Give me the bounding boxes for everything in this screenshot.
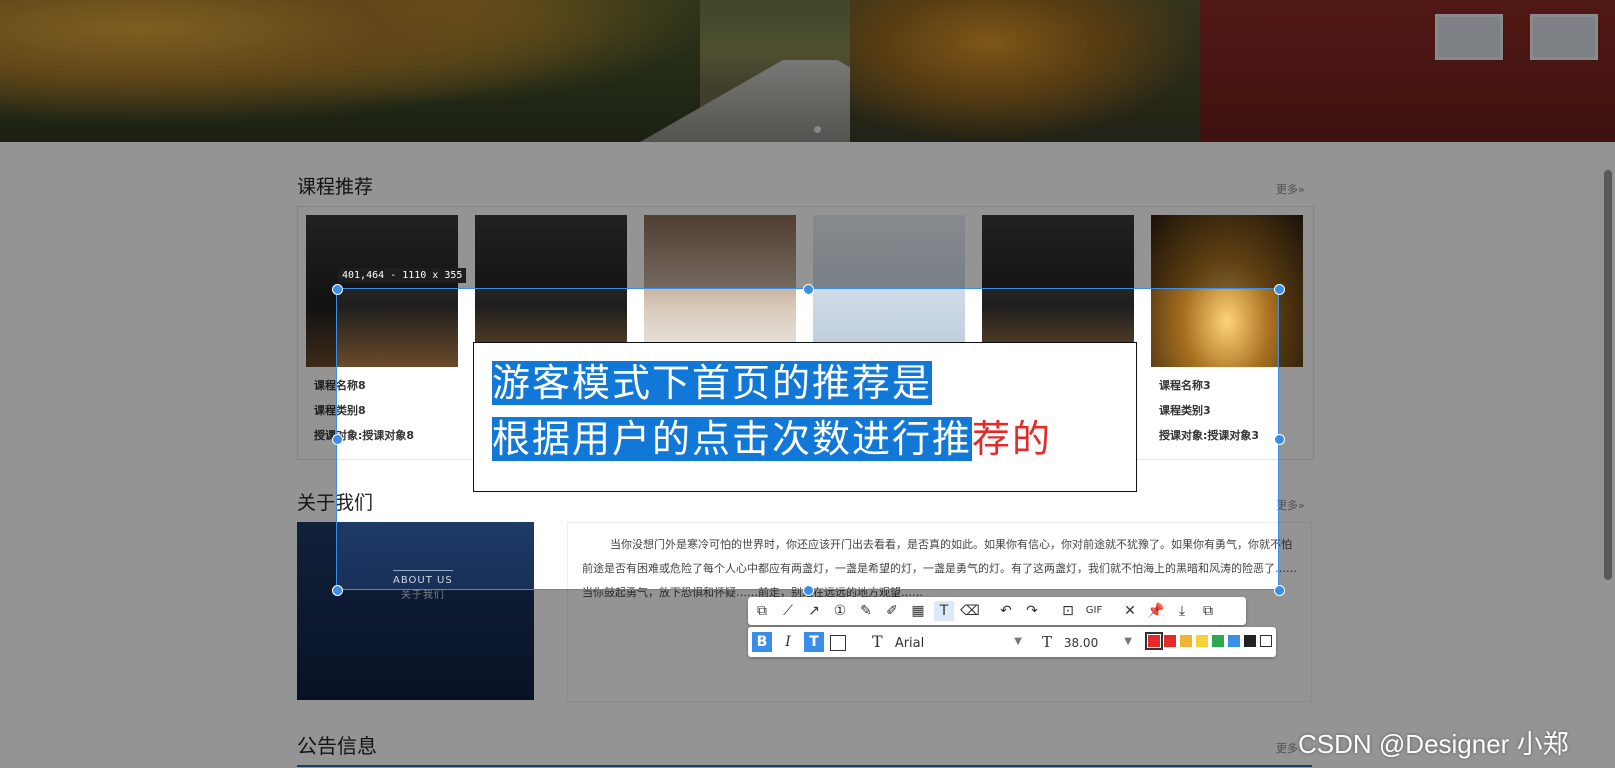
resize-handle[interactable]	[332, 434, 343, 445]
resize-handle[interactable]	[803, 585, 814, 596]
undo-icon[interactable]: ↶	[996, 601, 1016, 621]
color-swatch[interactable]	[1212, 635, 1224, 647]
eraser-icon[interactable]: ⌫	[960, 601, 980, 621]
color-swatch[interactable]	[1145, 632, 1163, 650]
arrow-icon[interactable]: ↗	[804, 601, 824, 621]
capture-dim-top	[0, 0, 1615, 288]
font-size-value: 38.00	[1063, 636, 1099, 650]
color-swatch[interactable]	[1164, 635, 1176, 647]
resize-handle[interactable]	[803, 284, 814, 295]
selection-size-tooltip: 401,464 - 1110 x 355	[338, 268, 467, 283]
annotation-unselected-text: 荐的	[972, 417, 1053, 461]
pin-icon[interactable]: 📌	[1146, 601, 1166, 621]
font-size-icon: T	[1042, 633, 1053, 651]
color-swatch[interactable]	[1228, 635, 1240, 647]
capture-dim-left	[0, 288, 336, 590]
text-stroke-button[interactable]: T	[804, 632, 824, 652]
polyline-icon[interactable]: ⟋	[778, 601, 798, 621]
redo-icon[interactable]: ↷	[1022, 601, 1042, 621]
annotation-selected-text: 游客模式下首页的推荐是	[492, 361, 933, 405]
shape-icon[interactable]: ⧉	[752, 601, 772, 621]
annotation-line-2: 根据用户的点击次数进行推荐的	[492, 415, 1052, 463]
font-select[interactable]: T Arial ▼	[872, 631, 1022, 653]
color-swatch[interactable]	[1196, 635, 1208, 647]
resize-handle[interactable]	[1274, 434, 1285, 445]
annotation-selected-text: 根据用户的点击次数进行推	[492, 417, 973, 461]
italic-button[interactable]: I	[778, 632, 798, 652]
download-icon[interactable]: ⤓	[1172, 601, 1192, 621]
font-icon: T	[872, 632, 883, 651]
font-name: Arial	[894, 636, 925, 651]
color-swatch[interactable]	[1244, 635, 1256, 647]
marker-icon[interactable]: ✐	[882, 601, 902, 621]
resize-handle[interactable]	[332, 585, 343, 596]
text-background-button[interactable]	[830, 635, 846, 651]
annotation-text-box[interactable]: 游客模式下首页的推荐是 根据用户的点击次数进行推荐的	[473, 342, 1137, 492]
close-icon[interactable]: ✕	[1120, 601, 1140, 621]
copy-icon[interactable]: ⧉	[1198, 601, 1218, 621]
resize-handle[interactable]	[1274, 585, 1285, 596]
gif-icon[interactable]: GIF	[1084, 601, 1104, 621]
bold-button[interactable]: B	[752, 632, 772, 652]
capture-dim-right	[1279, 288, 1615, 590]
chevron-down-icon: ▼	[1014, 636, 1022, 647]
font-size-select[interactable]: T 38.00 ▼	[1042, 631, 1132, 653]
ocr-icon[interactable]: ⊡	[1058, 601, 1078, 621]
text-icon[interactable]: T	[934, 601, 954, 621]
capture-toolbar: ⧉ ⟋ ↗ ① ✎ ✐ ▦ T ⌫ ↶ ↷ ⊡ GIF ✕ 📌 ⤓ ⧉	[748, 597, 1246, 625]
color-swatch[interactable]	[1180, 635, 1192, 647]
resize-handle[interactable]	[1274, 284, 1285, 295]
chevron-down-icon: ▼	[1124, 636, 1132, 647]
csdn-watermark: CSDN @Designer 小郑	[1298, 729, 1569, 759]
color-swatch[interactable]	[1260, 635, 1272, 647]
number-icon[interactable]: ①	[830, 601, 850, 621]
resize-handle[interactable]	[332, 284, 343, 295]
annotation-line-1: 游客模式下首页的推荐是	[492, 359, 933, 407]
pen-icon[interactable]: ✎	[856, 601, 876, 621]
text-format-toolbar: B I T T Arial ▼ T 38.00 ▼	[748, 627, 1276, 657]
mosaic-icon[interactable]: ▦	[908, 601, 928, 621]
